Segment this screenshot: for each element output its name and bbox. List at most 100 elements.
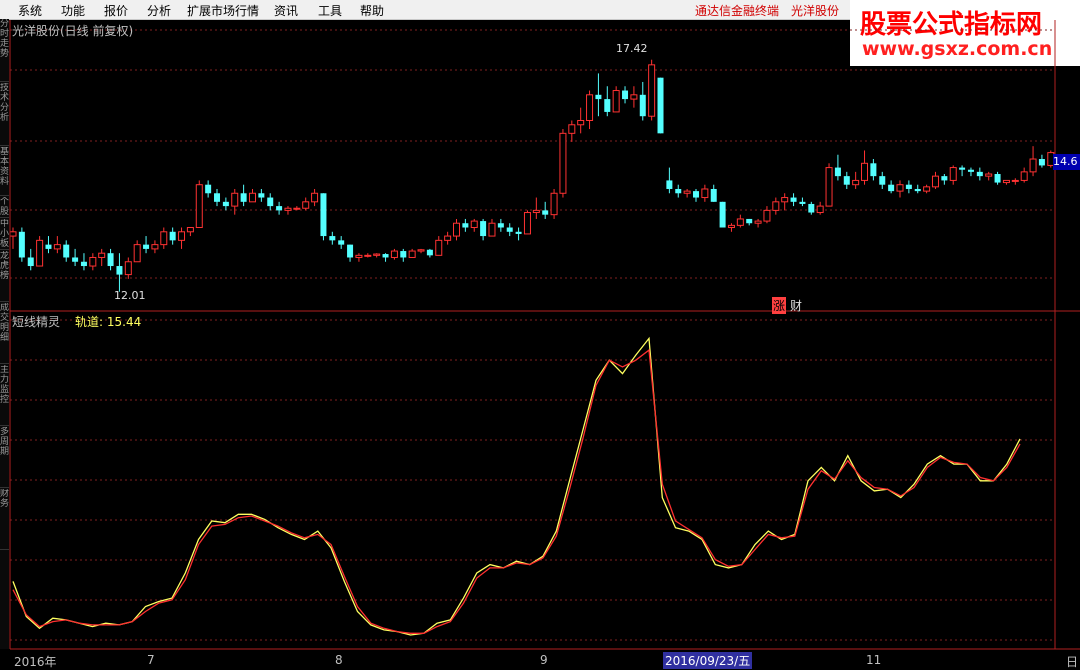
- menu-tools[interactable]: 工具: [318, 2, 342, 19]
- candle-body: [843, 176, 850, 185]
- candle-body: [959, 167, 966, 170]
- side-tab[interactable]: 技术分析: [0, 83, 9, 146]
- candle-body: [506, 227, 513, 232]
- menu-news[interactable]: 资讯: [274, 2, 298, 19]
- candle-body: [746, 218, 753, 224]
- fast-line: [12, 336, 1021, 636]
- side-tab[interactable]: 中小板: [0, 219, 9, 250]
- menu-quote[interactable]: 报价: [104, 2, 128, 19]
- candle-body: [248, 192, 256, 203]
- candlestick-series: [9, 59, 1055, 292]
- candle-body: [258, 193, 265, 198]
- menu-extended-market[interactable]: 扩展市场行情: [187, 2, 259, 19]
- side-tab[interactable]: 成交明细: [0, 303, 9, 364]
- candle-body: [914, 188, 921, 192]
- candle-body: [178, 231, 186, 241]
- candle-body: [186, 227, 194, 233]
- candle-body: [1020, 171, 1028, 181]
- candle-body: [63, 244, 70, 258]
- candle-body: [1011, 179, 1019, 182]
- candle-body: [604, 99, 611, 112]
- side-tab[interactable]: 财务: [0, 489, 9, 550]
- candle-body: [772, 201, 780, 211]
- candle-body: [231, 192, 239, 207]
- candle-body: [355, 254, 363, 258]
- candle-body: [692, 191, 699, 198]
- candle-body: [435, 239, 443, 256]
- candle-body: [27, 257, 34, 267]
- indicator-name: 短线精灵: [12, 315, 61, 329]
- candle-body: [888, 184, 895, 192]
- candle-body: [542, 210, 549, 215]
- candle-body: [622, 90, 629, 100]
- candle-body: [9, 231, 17, 237]
- candle-body: [116, 266, 123, 275]
- candle-body: [931, 175, 939, 188]
- candle-body: [852, 179, 860, 186]
- side-tab[interactable]: 主力监控: [0, 365, 9, 426]
- chart-area[interactable]: [0, 0, 1080, 670]
- candle-body: [400, 251, 407, 258]
- candle-body: [994, 174, 1001, 183]
- x-axis-label: 9: [540, 653, 548, 667]
- upper-chart-title: 光洋股份(日线 前复权): [12, 24, 134, 38]
- candle-body: [240, 193, 247, 202]
- candle-body: [302, 201, 310, 209]
- watermark-url: www.gsxz.com.cn: [862, 38, 1053, 60]
- candle-body: [80, 261, 87, 267]
- candle-body: [701, 188, 709, 199]
- candle-body: [462, 223, 469, 228]
- candle-body: [338, 240, 345, 245]
- candle-body: [169, 231, 176, 241]
- side-tab[interactable]: 多周期: [0, 427, 9, 488]
- candle-body: [347, 244, 354, 258]
- candle-body: [293, 207, 301, 210]
- candle-body: [36, 239, 44, 267]
- selected-date-label: 2016/09/23/五: [663, 652, 753, 669]
- candle-body: [834, 167, 841, 177]
- candle-body: [124, 261, 132, 276]
- menu-function[interactable]: 功能: [61, 2, 85, 19]
- side-tab[interactable]: 龙虎榜: [0, 251, 9, 302]
- side-tab[interactable]: 个股: [0, 197, 9, 218]
- menu-help[interactable]: 帮助: [360, 2, 384, 19]
- candle-body: [98, 252, 106, 258]
- candle-body: [214, 193, 221, 202]
- candle-body: [648, 64, 656, 117]
- menu-analysis[interactable]: 分析: [147, 2, 171, 19]
- candle-body: [373, 253, 381, 256]
- candle-body: [1002, 179, 1010, 184]
- x-axis-label: 2016年: [14, 655, 57, 669]
- candle-body: [417, 249, 425, 252]
- indicator-lines: [12, 336, 1021, 636]
- menu-system[interactable]: 系统: [18, 2, 42, 19]
- candle-body: [143, 244, 150, 249]
- candle-body: [612, 90, 620, 113]
- candle-body: [559, 132, 567, 194]
- candle-body: [577, 119, 585, 126]
- candle-body: [107, 253, 114, 267]
- candle-body: [790, 197, 797, 202]
- candle-body: [329, 236, 336, 241]
- candle-body: [736, 218, 744, 226]
- limit-up-tag[interactable]: 涨: [772, 297, 787, 314]
- candle-body: [586, 94, 594, 121]
- candle-body: [763, 209, 771, 222]
- candle-body: [754, 220, 762, 224]
- candle-body: [675, 188, 682, 194]
- candle-body: [470, 220, 478, 229]
- candle-body: [657, 77, 664, 134]
- candle-body: [710, 188, 717, 202]
- candle-body: [861, 162, 869, 181]
- candle-body: [639, 94, 646, 117]
- period-label[interactable]: 日: [1066, 653, 1078, 670]
- side-tab[interactable]: 分时走势: [0, 19, 9, 82]
- candle-body: [550, 192, 558, 216]
- side-tab[interactable]: 基本资料: [0, 147, 9, 196]
- candle-body: [276, 206, 283, 211]
- current-price-tag: 14.6: [1053, 154, 1080, 170]
- x-axis-label: 8: [335, 653, 343, 667]
- slow-line: [12, 348, 1021, 634]
- stock-name: 光洋股份: [791, 4, 840, 18]
- finance-tag[interactable]: 财: [790, 297, 802, 314]
